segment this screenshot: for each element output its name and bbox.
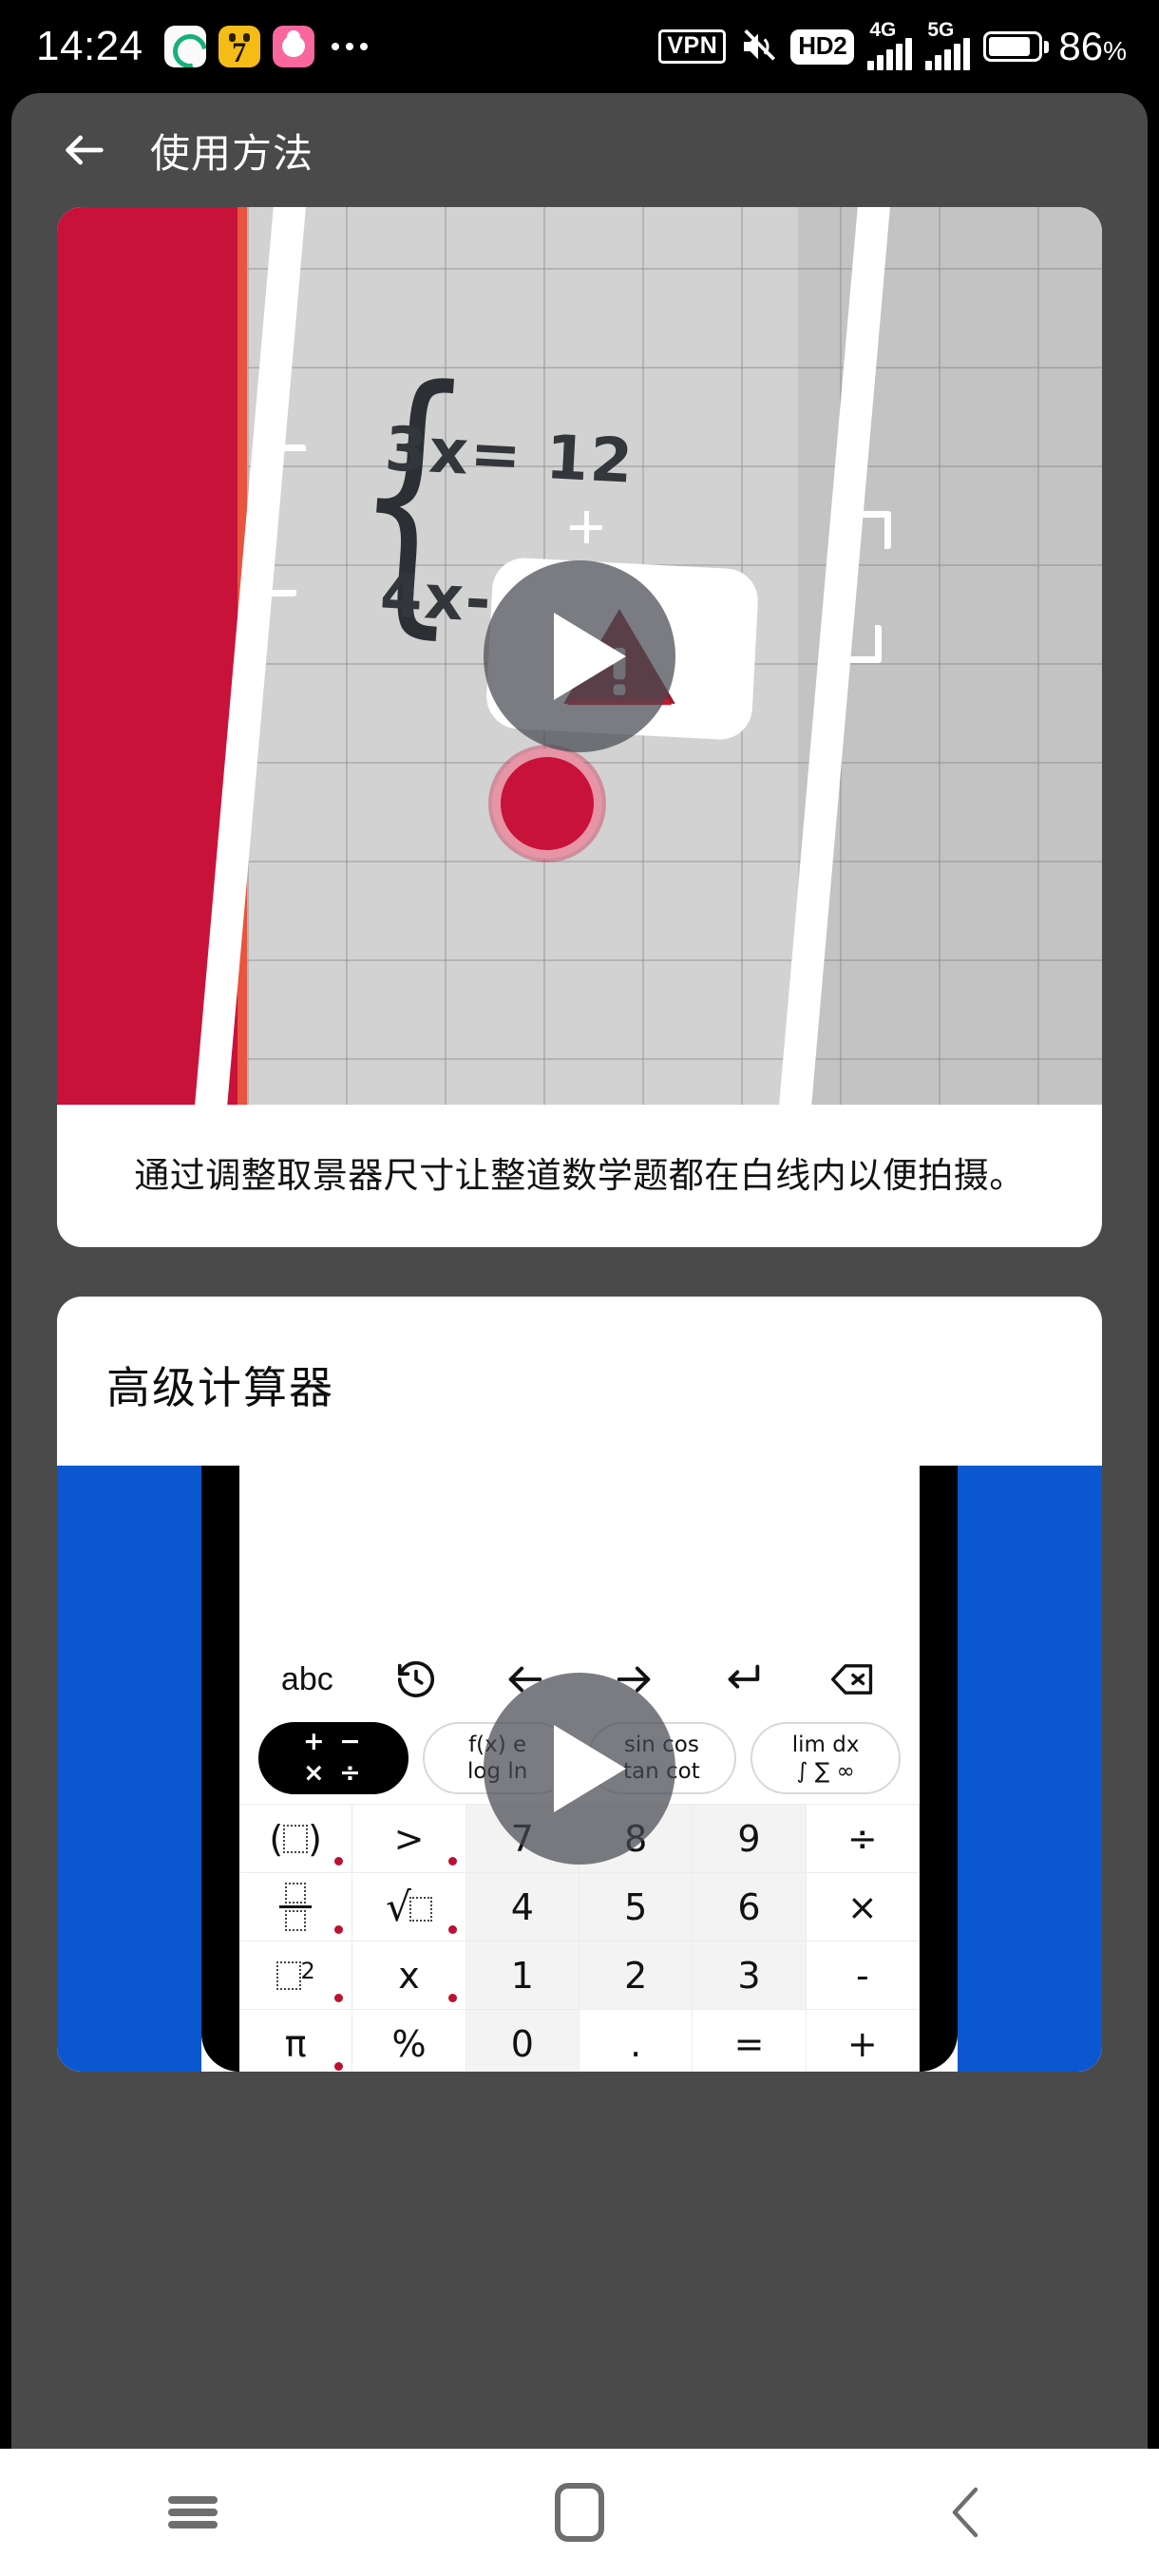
video-thumbnail-calculator[interactable]: abc + − × ÷ cos cot lim dx ∫ ∑ ∞ () > 9…	[57, 1466, 1102, 2072]
status-clock: 14:24	[36, 23, 143, 69]
card-camera-howto: { 3x= 12 4x-5y=6	[57, 207, 1102, 1247]
app-bar: 使用方法	[11, 93, 1148, 207]
notification-app-icons: 7	[163, 26, 314, 67]
key-equals[interactable]: =	[693, 2010, 807, 2072]
sim1-signal-icon: 4G	[867, 19, 913, 70]
key-plus[interactable]: +	[806, 2010, 920, 2072]
key-label: ×	[846, 1885, 878, 1928]
video-thumbnail-camera[interactable]: { 3x= 12 4x-5y=6	[57, 207, 1102, 1105]
chip-line-1: lim dx	[791, 1732, 860, 1757]
card-title: 高级计算器	[106, 1362, 334, 1413]
key-label: 6	[737, 1885, 761, 1928]
key-decimal-point[interactable]: .	[580, 2010, 694, 2072]
enter-return-icon[interactable]	[705, 1650, 781, 1709]
recents-icon[interactable]	[141, 2470, 245, 2555]
viewfinder-corner-top-right	[853, 511, 891, 549]
history-icon[interactable]	[378, 1650, 454, 1709]
play-button-icon[interactable]	[484, 1673, 675, 1865]
camera-shutter-button[interactable]	[492, 748, 602, 859]
key-label: 3	[737, 1954, 761, 1997]
key-label: %	[391, 2022, 427, 2065]
chip-line-2: ∫ ∑ ∞	[796, 1759, 855, 1784]
key-label: =	[733, 2022, 765, 2065]
backspace-icon[interactable]	[814, 1650, 890, 1709]
key-fraction[interactable]	[239, 1873, 353, 1941]
key-label: 4	[510, 1885, 534, 1928]
key-label: x	[398, 1954, 420, 1997]
battery-percent: 86	[1058, 24, 1104, 68]
viewfinder-center-plus-icon	[570, 511, 602, 543]
android-nav-bar	[0, 2449, 1159, 2576]
phone-bezel-right	[920, 1466, 958, 2072]
key-label: 1	[510, 1954, 534, 1997]
key-2[interactable]: 2	[580, 1941, 694, 2010]
key-1[interactable]: 1	[466, 1941, 580, 2010]
chip-arithmetic[interactable]: + − × ÷	[258, 1722, 408, 1794]
abc-key[interactable]: abc	[269, 1650, 345, 1709]
vpn-icon: VPN	[658, 29, 727, 64]
home-icon[interactable]	[527, 2470, 632, 2555]
key-label: 0	[510, 2022, 534, 2065]
back-icon[interactable]	[914, 2470, 1018, 2555]
key-label: -	[855, 1954, 869, 1997]
key-label: 9	[737, 1817, 761, 1860]
viewfinder-corner-bottom-left	[258, 559, 296, 597]
chip-calculus[interactable]: lim dx ∫ ∑ ∞	[750, 1722, 901, 1794]
key-variable-x[interactable]: x	[352, 1941, 466, 2010]
key-percent[interactable]: %	[352, 2010, 466, 2072]
content-scroll[interactable]: { 3x= 12 4x-5y=6	[11, 207, 1148, 2072]
card-advanced-calculator: 高级计算器 abc + − × ÷ cos cot lim dx ∫ ∑ ∞ (…	[57, 1297, 1102, 2072]
key-minus[interactable]: -	[806, 1941, 920, 2010]
key-label: >	[393, 1817, 425, 1860]
green-spiral-icon	[163, 26, 206, 67]
back-arrow-icon[interactable]	[55, 121, 114, 180]
sim2-signal-icon: 5G	[925, 19, 971, 70]
chip-line-1: + −	[303, 1727, 364, 1757]
page-title: 使用方法	[150, 129, 314, 177]
key-greater-than[interactable]: >	[352, 1805, 466, 1873]
viewfinder-corner-top-left	[268, 445, 306, 483]
card-caption: 通过调整取景器尺寸让整道数学题都在白线内以便拍摄。	[134, 1155, 1025, 1196]
pink-rabbit-icon	[272, 26, 314, 67]
more-notifications-icon	[331, 43, 368, 50]
key-square-root[interactable]: √	[352, 1873, 466, 1941]
status-bar: 14:24 7 VPN HD2 4G 5G 86%	[0, 0, 1159, 93]
key-label: .	[630, 2022, 642, 2065]
status-right-group: VPN HD2 4G 5G 86%	[658, 19, 1127, 70]
battery-icon: 86%	[983, 24, 1127, 69]
blue-band-left	[57, 1466, 201, 2072]
key-pi[interactable]: π	[239, 2010, 353, 2072]
key-label: π	[284, 2022, 307, 2065]
key-9[interactable]: 9	[693, 1805, 807, 1873]
blue-band-right	[958, 1466, 1102, 2072]
chip-line-2: × ÷	[303, 1758, 364, 1788]
sim1-network-label: 4G	[869, 19, 897, 41]
phone-screen: 14:24 7 VPN HD2 4G 5G 86% 使用方法 {3x= 12 …	[0, 0, 1159, 2576]
key-label: 2	[624, 1954, 648, 1997]
play-button-icon[interactable]	[484, 559, 675, 752]
hd-voice-icon: HD2	[790, 28, 855, 65]
key-4[interactable]: 4	[466, 1873, 580, 1941]
key-label: ÷	[846, 1817, 878, 1860]
key-6[interactable]: 6	[693, 1873, 807, 1941]
yellow-cat-seven-icon: 7	[218, 26, 260, 67]
key-label: 5	[624, 1885, 648, 1928]
key-0[interactable]: 0	[466, 2010, 580, 2072]
key-square-power[interactable]: 2	[239, 1941, 353, 2010]
key-label: +	[846, 2022, 878, 2065]
phone-bezel-left	[201, 1466, 239, 2072]
key-divide[interactable]: ÷	[806, 1805, 920, 1873]
app-window: 使用方法 { 3x= 12 4x-5y=6	[11, 93, 1148, 2449]
key-3[interactable]: 3	[693, 1941, 807, 2010]
key-multiply[interactable]: ×	[806, 1873, 920, 1941]
sim2-network-label: 5G	[927, 19, 955, 41]
key-parentheses[interactable]: ()	[239, 1805, 353, 1873]
viewfinder-corner-bottom-right	[844, 625, 882, 663]
key-5[interactable]: 5	[580, 1873, 694, 1941]
equation-line-1: 3x= 12	[383, 414, 636, 498]
volume-mute-icon	[739, 28, 777, 66]
battery-percent-suffix: %	[1103, 36, 1127, 66]
